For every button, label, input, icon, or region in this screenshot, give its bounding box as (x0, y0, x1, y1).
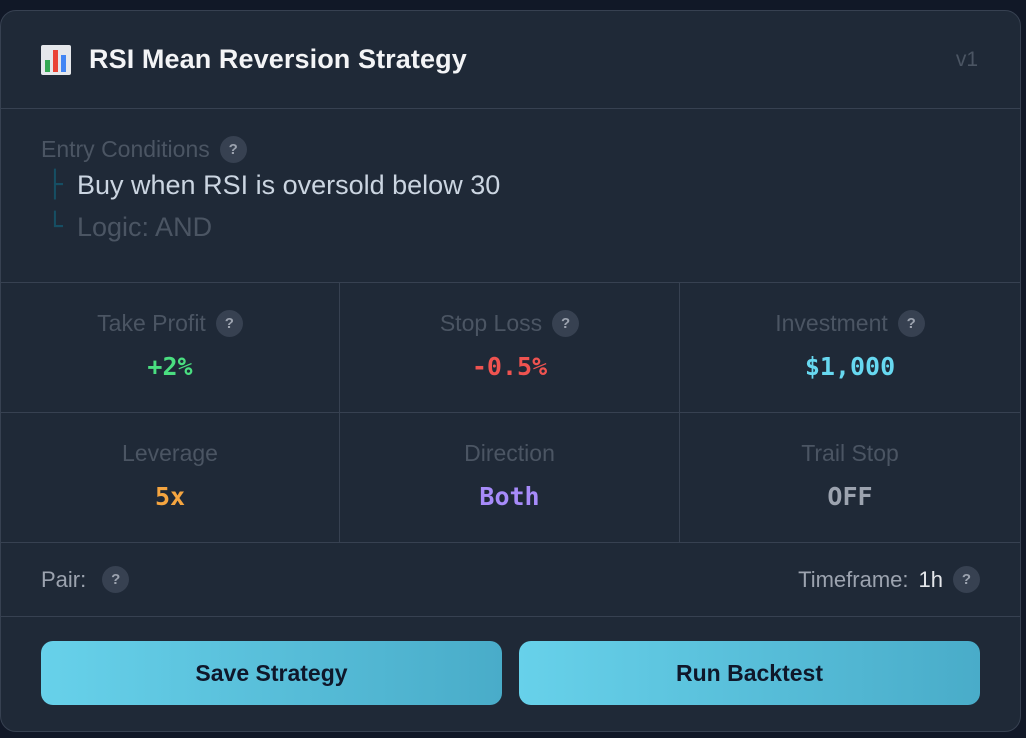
pair-label: Pair: (41, 566, 87, 592)
strategy-header: RSI Mean Reversion Strategy v1 (1, 11, 1020, 109)
timeframe-value: 1h (918, 566, 943, 592)
investment-value: $1,000 (804, 352, 896, 381)
investment-help-icon[interactable]: ? (897, 309, 925, 337)
entry-conditions-label: Entry Conditions (41, 136, 210, 162)
trail-stop-value: OFF (827, 482, 873, 511)
stop-loss-value: -0.5% (471, 352, 548, 381)
leverage-label: Leverage (122, 439, 218, 466)
take-profit-help-icon[interactable]: ? (215, 309, 243, 337)
bar-chart-icon (41, 44, 71, 75)
logic-text: Logic: AND (77, 211, 213, 242)
save-strategy-button[interactable]: Save Strategy (41, 641, 502, 705)
direction-label: Direction (464, 439, 555, 466)
trail-stop-cell: Trail Stop OFF (680, 413, 1020, 543)
logic-row: └ Logic: AND (41, 207, 980, 247)
stop-loss-label: Stop Loss (439, 309, 543, 336)
direction-value: Both (479, 482, 540, 511)
actions-bar: Save Strategy Run Backtest (1, 617, 1020, 729)
condition-text: Buy when RSI is oversold below 30 (77, 169, 501, 200)
tree-end-icon: └ (47, 212, 63, 242)
params-grid: Take Profit ? +2% Stop Loss ? -0.5% Inve… (1, 283, 1020, 543)
version-label: v1 (955, 47, 978, 71)
leverage-cell: Leverage 5x (1, 413, 340, 543)
investment-label: Investment (775, 309, 888, 336)
timeframe-help-icon[interactable]: ? (953, 566, 980, 593)
pair-help-icon[interactable]: ? (102, 566, 130, 593)
strategy-title: RSI Mean Reversion Strategy (89, 44, 467, 74)
strategy-card: RSI Mean Reversion Strategy v1 Entry Con… (0, 10, 1021, 732)
run-backtest-button[interactable]: Run Backtest (519, 641, 980, 705)
take-profit-cell: Take Profit ? +2% (1, 283, 340, 413)
investment-cell: Investment ? $1,000 (680, 283, 1020, 413)
timeframe-label: Timeframe: (798, 566, 909, 592)
direction-cell: Direction Both (340, 413, 680, 543)
pair-timeframe-row: Pair: ? Timeframe: 1h ? (1, 543, 1020, 617)
stop-loss-help-icon[interactable]: ? (552, 309, 580, 337)
take-profit-value: +2% (147, 352, 193, 381)
take-profit-label: Take Profit (97, 309, 206, 336)
trail-stop-label: Trail Stop (801, 439, 899, 466)
entry-conditions-help-icon[interactable]: ? (219, 136, 247, 163)
entry-conditions-section: Entry Conditions ? ├ Buy when RSI is ove… (1, 109, 1020, 283)
condition-row: ├ Buy when RSI is oversold below 30 (41, 165, 980, 205)
leverage-value: 5x (154, 482, 186, 511)
tree-branch-icon: ├ (47, 170, 63, 200)
stop-loss-cell: Stop Loss ? -0.5% (340, 283, 680, 413)
